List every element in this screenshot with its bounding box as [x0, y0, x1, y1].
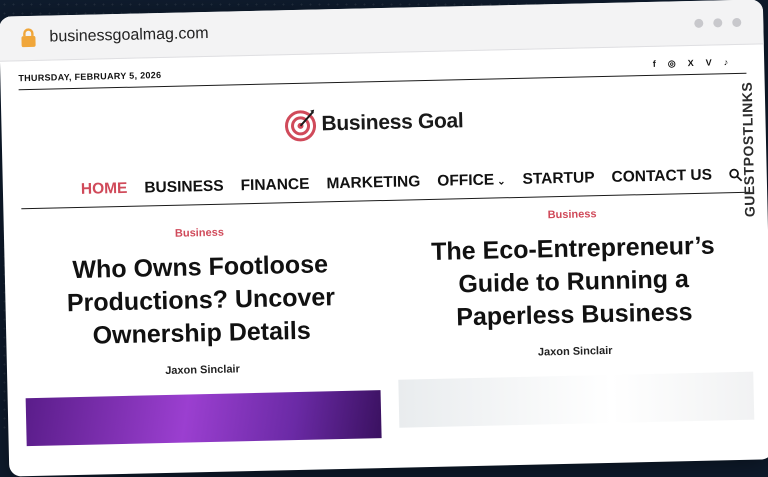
nav-item-home[interactable]: HOME: [81, 180, 128, 199]
article-category[interactable]: Business: [22, 223, 377, 243]
nav-item-contact[interactable]: CONTACT US: [611, 167, 712, 187]
target-logo-icon: [285, 109, 317, 142]
nav-item-office[interactable]: OFFICE ⌄: [437, 171, 506, 191]
browser-window: businessgoalmag.com THURSDAY, FEBRUARY 5…: [0, 0, 768, 477]
window-dot[interactable]: [713, 17, 723, 27]
article-thumbnail[interactable]: [398, 371, 755, 428]
address-bar[interactable]: businessgoalmag.com: [11, 16, 372, 52]
nav-item-office-label: OFFICE: [437, 171, 495, 190]
current-date: THURSDAY, FEBRUARY 5, 2026: [18, 70, 162, 84]
tiktok-icon[interactable]: ♪: [724, 57, 729, 68]
window-dot[interactable]: [732, 17, 742, 27]
page-content: THURSDAY, FEBRUARY 5, 2026 f ◎ X V ♪ Bus…: [0, 50, 768, 447]
nav-item-marketing[interactable]: MARKETING: [326, 173, 420, 193]
article-category[interactable]: Business: [395, 205, 750, 225]
url-text: businessgoalmag.com: [49, 24, 209, 46]
facebook-icon[interactable]: f: [653, 58, 656, 69]
chevron-down-icon: ⌄: [497, 176, 506, 188]
lock-icon: [21, 28, 36, 48]
article-card: Business Who Owns Footloose Productions?…: [22, 223, 382, 447]
vimeo-icon[interactable]: V: [706, 57, 712, 68]
window-dot[interactable]: [694, 18, 704, 28]
site-logo[interactable]: Business Goal: [0, 98, 748, 149]
x-icon[interactable]: X: [688, 57, 694, 68]
site-name: Business Goal: [321, 109, 464, 136]
article-title[interactable]: The Eco-Entrepreneur’s Guide to Running …: [409, 229, 738, 335]
featured-articles: Business Who Owns Footloose Productions?…: [22, 208, 755, 447]
instagram-icon[interactable]: ◎: [668, 58, 676, 69]
nav-item-finance[interactable]: FINANCE: [240, 176, 309, 196]
social-links: f ◎ X V ♪: [653, 57, 729, 70]
nav-item-startup[interactable]: STARTUP: [522, 169, 594, 189]
watermark-text: GUESTPOSTLINKS: [738, 81, 758, 218]
article-title[interactable]: Who Owns Footloose Productions? Uncover …: [36, 247, 365, 353]
main-navigation: HOME BUSINESS FINANCE MARKETING OFFICE ⌄ …: [20, 157, 750, 210]
nav-item-business[interactable]: BUSINESS: [144, 178, 224, 198]
article-author[interactable]: Jaxon Sinclair: [25, 360, 380, 380]
article-author[interactable]: Jaxon Sinclair: [398, 342, 753, 362]
article-thumbnail[interactable]: [25, 390, 382, 447]
guestpostlinks-watermark: GUESTPOSTLINKS: [732, 39, 763, 240]
window-controls: [694, 17, 742, 28]
article-card: Business The Eco-Entrepreneur’s Guide to…: [395, 205, 755, 438]
